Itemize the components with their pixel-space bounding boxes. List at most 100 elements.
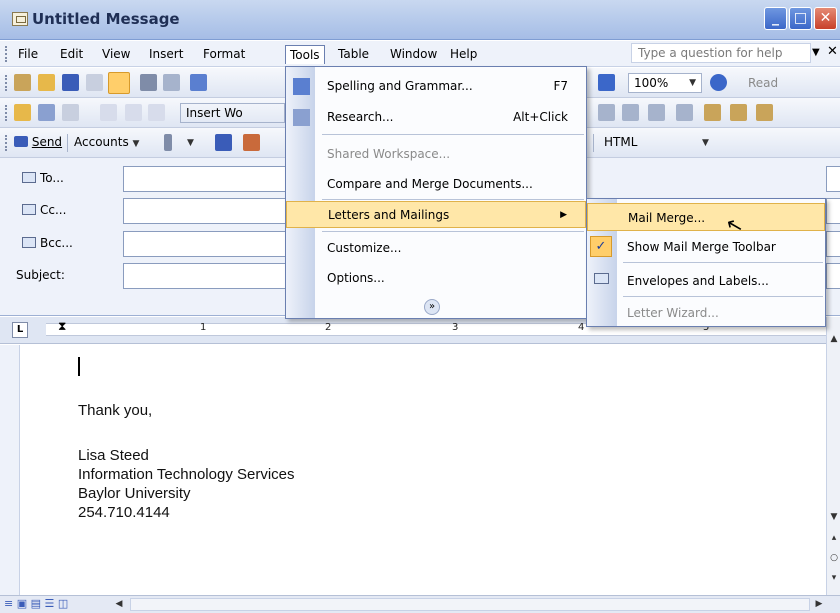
scroll-left-icon[interactable]: ◀ (112, 597, 126, 611)
check-errors-icon[interactable] (676, 104, 693, 121)
menu-item-options[interactable]: Options... (286, 265, 586, 292)
menu-item-research[interactable]: Research... Alt+Click (286, 104, 586, 131)
attach-dropdown-icon[interactable]: ▼ (187, 138, 194, 148)
minimize-button[interactable]: _ (764, 7, 787, 30)
find-entry-icon[interactable] (648, 104, 665, 121)
menu-file[interactable]: File (14, 45, 42, 64)
checkmark-icon: ✓ (590, 236, 612, 257)
menubar-grip[interactable] (5, 46, 9, 62)
menu-help[interactable]: Help (446, 45, 481, 64)
spelling-icon[interactable] (190, 74, 207, 91)
doc-line: Thank you, (78, 402, 153, 419)
address-book-icon[interactable] (215, 134, 232, 151)
open-icon[interactable] (38, 74, 55, 91)
menu-format[interactable]: Format (199, 45, 249, 64)
attach-icon[interactable] (164, 134, 172, 151)
maximize-button[interactable]: □ (789, 7, 812, 30)
menu-insert[interactable]: Insert (145, 45, 187, 64)
menu-item-letters-mailings[interactable]: Letters and Mailings ▶ (286, 201, 586, 228)
horizontal-scrollbar[interactable] (130, 598, 810, 611)
send-icon (14, 136, 28, 147)
toolbar-grip[interactable] (5, 135, 9, 151)
to-button[interactable]: To... (16, 166, 64, 192)
to-field[interactable] (123, 166, 293, 192)
new-icon[interactable] (14, 74, 31, 91)
help-icon[interactable] (710, 74, 727, 91)
next-record-icon[interactable] (598, 104, 615, 121)
insert-word-field-label: Insert Wo (186, 106, 243, 120)
cc-field[interactable] (123, 198, 293, 224)
menu-item-label: Show Mail Merge Toolbar (627, 240, 776, 254)
merge-to-printer-icon[interactable] (730, 104, 747, 121)
send-document-icon[interactable] (108, 72, 130, 94)
menu-tools[interactable]: Tools (285, 45, 325, 64)
cc-button[interactable]: Cc... (16, 198, 66, 224)
separator (67, 134, 68, 152)
tab-selector-button[interactable]: L (12, 322, 28, 338)
greeting-line-icon[interactable] (125, 104, 142, 121)
check-names-icon[interactable] (243, 134, 260, 151)
menu-item-mail-merge[interactable]: Mail Merge... (587, 203, 825, 231)
expand-menu-icon[interactable]: » (424, 299, 440, 315)
menu-window[interactable]: Window (386, 45, 441, 64)
to-field-edge[interactable] (826, 166, 840, 192)
help-dropdown-arrow-icon[interactable]: ▼ (812, 47, 820, 58)
menu-separator (623, 262, 823, 263)
menu-item-envelopes-labels[interactable]: Envelopes and Labels... (587, 267, 825, 295)
accounts-button[interactable]: Accounts ▼ (74, 135, 139, 149)
browse-object-icon[interactable]: ○ (827, 551, 840, 565)
menu-view[interactable]: View (98, 45, 134, 64)
previous-page-icon[interactable]: ▴ (827, 531, 840, 545)
zoom-combo[interactable]: 100% ▼ (628, 73, 702, 93)
submenu-arrow-icon: ▶ (560, 210, 567, 220)
help-search-input[interactable]: Type a question for help (631, 43, 811, 63)
tools-menu: Spelling and Grammar... F7 Research... A… (285, 66, 587, 319)
doc-close-icon[interactable]: ✕ (827, 44, 838, 59)
indent-marker-icon[interactable]: ⧗ (58, 319, 66, 334)
research-icon (293, 109, 310, 126)
menu-item-compare-merge[interactable]: Compare and Merge Documents... (286, 171, 586, 198)
bcc-button[interactable]: Bcc... (16, 231, 73, 257)
menu-edit[interactable]: Edit (56, 45, 87, 64)
insert-word-field-button[interactable]: Insert Wo (180, 103, 285, 123)
last-record-icon[interactable] (622, 104, 639, 121)
merge-to-email-icon[interactable] (756, 104, 773, 121)
toolbar-grip[interactable] (5, 105, 9, 121)
close-button[interactable]: ✕ (814, 7, 837, 30)
bcc-field-edge[interactable] (826, 231, 840, 257)
table-icon[interactable] (598, 74, 615, 91)
subject-field[interactable] (123, 263, 293, 289)
chevron-down-icon: ▼ (702, 138, 709, 148)
scroll-down-icon[interactable]: ▼ (827, 510, 840, 524)
merge-to-document-icon[interactable] (704, 104, 721, 121)
scroll-right-icon[interactable]: ▶ (812, 597, 826, 611)
menu-item-customize[interactable]: Customize... (286, 235, 586, 262)
edit-list-icon[interactable] (62, 104, 79, 121)
recipients-icon[interactable] (38, 104, 55, 121)
menu-separator (322, 231, 584, 232)
format-combo[interactable]: HTML ▼ (599, 133, 717, 153)
accounts-label: Accounts (74, 135, 129, 149)
menu-item-show-mail-merge-toolbar[interactable]: ✓ Show Mail Merge Toolbar (587, 233, 825, 261)
merge-fields-icon[interactable] (148, 104, 165, 121)
address-block-icon[interactable] (100, 104, 117, 121)
view-buttons[interactable]: ≡ ▣ ▤ ☰ ◫ (4, 597, 68, 610)
send-button[interactable]: Send (14, 135, 62, 149)
print-preview-icon[interactable] (163, 74, 180, 91)
subject-field-edge[interactable] (826, 263, 840, 289)
toolbar-grip[interactable] (5, 75, 9, 91)
save-icon[interactable] (62, 74, 79, 91)
chevron-down-icon: ▼ (132, 139, 140, 149)
scroll-up-icon[interactable]: ▲ (827, 332, 840, 346)
shortcut-label: Alt+Click (513, 110, 568, 124)
menu-item-spelling[interactable]: Spelling and Grammar... F7 (286, 73, 586, 100)
cc-field-edge[interactable] (826, 198, 840, 224)
read-button[interactable]: Read (748, 76, 778, 90)
main-document-icon[interactable] (14, 104, 31, 121)
vertical-scrollbar[interactable]: ▲ ▼ ▴ ○ ▾ (826, 317, 840, 595)
bcc-field[interactable] (123, 231, 293, 257)
permission-icon[interactable] (86, 74, 103, 91)
next-page-icon[interactable]: ▾ (827, 571, 840, 585)
print-icon[interactable] (140, 74, 157, 91)
menu-table[interactable]: Table (334, 45, 373, 64)
